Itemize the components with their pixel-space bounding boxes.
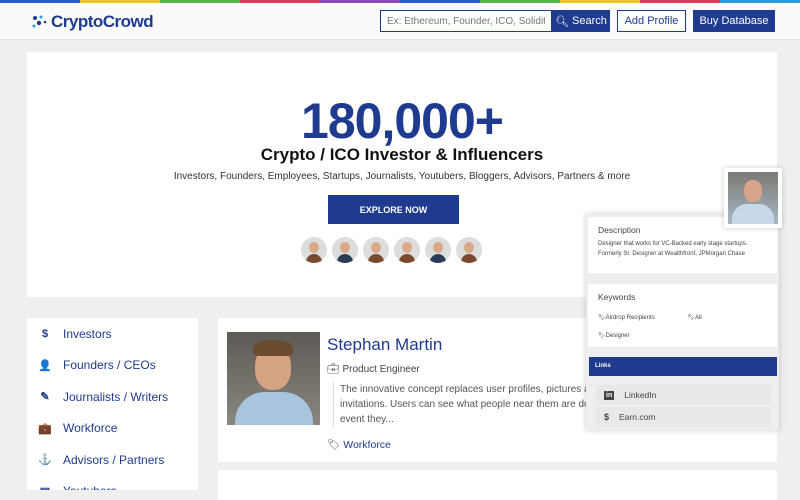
role-text: Product Engineer (342, 364, 420, 375)
sidebar-item[interactable]: 👤 Founders / CEOs (27, 350, 198, 382)
keyword[interactable]: 🔖︎All (687, 314, 701, 321)
explore-now-button[interactable]: EXPLORE NOW (328, 195, 459, 224)
profile-tag[interactable]: 🏷︎ Workforce (327, 438, 391, 451)
popup-profile-photo (724, 168, 782, 228)
avatar (332, 237, 358, 263)
profile-card-next[interactable] (218, 470, 777, 500)
profile-photo[interactable] (227, 332, 320, 425)
description-line: The innovative concept replaces user pro… (340, 384, 593, 395)
search-label: Search (572, 15, 607, 27)
sidebar-item[interactable]: 💼 Workforce (27, 413, 198, 445)
earn-link[interactable]: $ Earn.com (596, 407, 771, 427)
sidebar-item-label: Youtubers (63, 484, 117, 490)
avatar (456, 237, 482, 263)
add-profile-button[interactable]: Add Profile (617, 10, 686, 32)
avatar (425, 237, 451, 263)
sidebar-item[interactable]: ✎ Journalists / Writers (27, 381, 198, 413)
linkedin-icon: in (604, 390, 615, 400)
briefcase-icon: 💼 (38, 422, 52, 435)
sidebar-item-label: Journalists / Writers (63, 389, 169, 404)
avatar (301, 237, 327, 263)
sidebar-item[interactable]: ⚓ Advisors / Partners (27, 444, 198, 476)
pen-icon: ✎ (40, 391, 50, 404)
anchor-icon: ⚓ (38, 454, 52, 467)
hero-subline: Investors, Founders, Employees, Startups… (173, 171, 631, 182)
keyword[interactable]: 🔖︎Designer (598, 332, 630, 339)
buy-database-button[interactable]: Buy Database (693, 10, 775, 32)
keywords-section: Keywords 🔖︎Airdrop Recipients 🔖︎All 🔖︎De… (588, 284, 777, 347)
dollar-icon: $ (41, 327, 49, 340)
keywords-title: Keywords (598, 292, 636, 302)
avatar (363, 237, 389, 263)
search-input[interactable] (380, 10, 552, 32)
sidebar-item-label: Advisors / Partners (63, 452, 165, 467)
keyword[interactable]: 🔖︎Airdrop Recipients (598, 314, 683, 321)
link-label: Earn.com (619, 412, 656, 422)
search-button[interactable]: 🔍︎ Search (552, 10, 610, 32)
avatar (394, 237, 420, 263)
search-icon: 🔍︎ (555, 15, 570, 28)
tag-label: Workforce (343, 439, 391, 451)
tags-icon: 🏷︎ (327, 439, 344, 451)
logo-icon (32, 15, 47, 28)
hero-headline: Crypto / ICO Investor & Influencers (260, 145, 544, 164)
hand-dollar-icon: $ (604, 412, 610, 422)
logo-text: CryptoCrowd (51, 12, 154, 31)
sidebar-item-label: Founders / CEOs (63, 358, 156, 373)
category-sidebar: $ Investors 👤 Founders / CEOs ✎ Journalists /… (27, 318, 198, 490)
profile-popup: Description Designer that works for VC-B… (586, 214, 779, 430)
sidebar-item-label: Investors (63, 326, 112, 341)
description-line: Designer that works for VC-Backed early … (598, 241, 748, 247)
profile-description: The innovative concept replaces user pro… (333, 382, 593, 427)
description-line: event they... (340, 414, 394, 425)
avatar-row (301, 237, 482, 263)
profile-role: 💼︎ Product Engineer (327, 364, 420, 375)
description-line: Formerly Sr. Designer at Wealthfront, JP… (598, 251, 745, 257)
links-header: Links (589, 357, 777, 376)
header: CryptoCrowd 🔍︎Search Add Profile Buy Dat… (0, 3, 800, 40)
list-icon: ▤ (35, 485, 55, 490)
sidebar-item[interactable]: $ Investors (27, 318, 198, 350)
linkedin-link[interactable]: in LinkedIn (596, 385, 771, 405)
user-tie-icon: 👤 (38, 359, 52, 372)
logo[interactable]: CryptoCrowd (32, 12, 154, 32)
profile-name[interactable]: Stephan Martin (327, 335, 442, 355)
briefcase-icon: 💼︎ (327, 364, 343, 375)
sidebar-item[interactable]: ▤ Youtubers (27, 476, 198, 490)
description-line: invitations. Users can see what people n… (340, 399, 593, 410)
link-label: LinkedIn (624, 390, 657, 400)
sidebar-item-label: Workforce (63, 421, 118, 436)
hero-count: 180,000+ (301, 93, 504, 149)
